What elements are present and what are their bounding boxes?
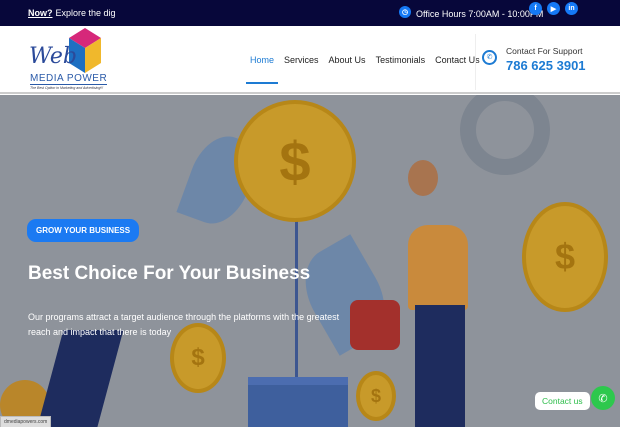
nav-home[interactable]: Home: [245, 55, 279, 84]
nav-about-us[interactable]: About Us: [329, 55, 366, 65]
plant-pot: [248, 377, 348, 427]
office-hours: ◷ Office Hours 7:00AM - 10:00PM: [399, 6, 544, 20]
news-ticker[interactable]: Now? Explore the dig: [28, 8, 116, 18]
person-illustration: [36, 330, 124, 427]
linkedin-icon[interactable]: in: [565, 2, 578, 15]
whatsapp-icon: ✆: [482, 50, 497, 65]
coin-symbol: $: [554, 236, 576, 277]
logo-web: Web: [29, 44, 77, 69]
main-nav: Home Services About Us Testimonials Cont…: [245, 55, 480, 84]
coin-illustration: $: [356, 371, 396, 421]
ticker-text: Explore the dig: [55, 8, 116, 18]
coin-symbol: $: [279, 129, 311, 193]
woman-illustration: [408, 225, 468, 310]
nav-contact-us[interactable]: Contact Us: [435, 55, 480, 65]
gear-illustration: [460, 95, 550, 175]
office-hours-text: Office Hours 7:00AM - 10:00PM: [416, 9, 544, 19]
woman-head: [408, 160, 438, 196]
support-phone[interactable]: 786 625 3901: [506, 58, 586, 73]
coin-symbol: $: [191, 344, 205, 371]
status-bar-url: dmediapowers.com: [0, 416, 52, 427]
logo[interactable]: Web MEDIA POWER The Best Option in Marke…: [26, 28, 116, 90]
grow-business-badge[interactable]: GROW YOUR BUSINESS: [27, 219, 140, 242]
youtube-icon[interactable]: ▶: [547, 2, 560, 15]
divider: [475, 34, 476, 90]
support-label: Contact For Support: [506, 46, 583, 56]
woman-legs: [415, 305, 465, 427]
logo-name: MEDIA POWER: [30, 73, 108, 85]
site-header: Web MEDIA POWER The Best Option in Marke…: [0, 26, 620, 94]
coin-illustration: $: [522, 202, 608, 312]
hero-description: Our programs attract a target audience t…: [28, 312, 340, 337]
logo-tagline: The Best Option in Marketing and Adverti…: [30, 86, 104, 90]
hero-title: Best Choice For Your Business: [28, 263, 311, 284]
whatsapp-float-icon[interactable]: ✆: [591, 386, 615, 410]
ticker-label: Now?: [28, 8, 53, 18]
watering-can: [350, 300, 400, 350]
social-links: f ▶ in: [529, 2, 578, 15]
contact-us-button[interactable]: Contact us: [535, 392, 590, 410]
coin-illustration: $: [234, 100, 356, 222]
clock-icon: ◷: [399, 6, 411, 18]
nav-services[interactable]: Services: [284, 55, 319, 65]
facebook-icon[interactable]: f: [529, 2, 542, 15]
top-bar: Now? Explore the dig ◷ Office Hours 7:00AM…: [0, 0, 620, 26]
plant-stem: [295, 205, 298, 385]
coin-symbol: $: [370, 385, 381, 406]
hero-banner: $ $ $ $ GROW YOUR BUSINESS Best Choice F…: [0, 95, 620, 427]
nav-testimonials[interactable]: Testimonials: [376, 55, 426, 65]
